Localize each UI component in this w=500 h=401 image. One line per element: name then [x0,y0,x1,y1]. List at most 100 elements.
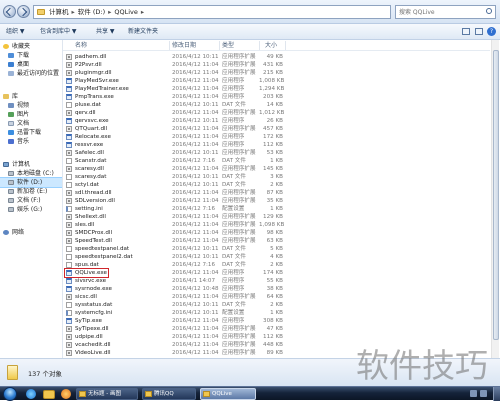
file-row[interactable]: speedtestpanel.dat 2016/4/12 10:11 DAT 文件 5… [63,245,285,253]
file-row[interactable]: qervsvc.exe 2016/4/12 10:11 应用程序 26 KB [63,117,285,125]
file-row[interactable]: sicsc.dll 2016/4/12 11:04 应用程序扩展 64 KB [63,293,285,301]
nav-item[interactable]: 迅雷下载 [0,128,62,137]
file-row[interactable]: SyTip.exe 2016/4/12 11:04 应用程序 308 KB [63,317,285,325]
column-separator[interactable] [259,41,260,50]
file-row[interactable]: systemcfg.ini 2016/4/12 10:11 配置设置 1 KB [63,309,285,317]
file-row[interactable]: SpeedTest.dll 2016/4/12 11:04 应用程序扩展 63 KB [63,237,285,245]
file-modified: 2016/4/12 10:11 [172,150,219,156]
nav-header[interactable]: 网络 [0,228,62,237]
column-type[interactable]: 类型 [222,40,234,51]
file-row[interactable]: pluginmgr.dll 2016/4/12 11:04 应用程序扩展 215 KB [63,69,285,77]
file-row[interactable]: Relocate.exe 2016/4/12 11:04 应用程序 172 KB [63,133,285,141]
breadcrumb-drive[interactable]: 软件 (D:) [78,8,105,16]
include-in-library-button[interactable]: 包含到库中 ▼ [40,24,77,39]
column-name[interactable]: 名称 [75,40,87,51]
tray-volume-icon[interactable] [480,390,487,397]
file-row[interactable]: padhem.dll 2016/4/12 10:11 应用程序扩展 49 KB [63,53,285,61]
file-modified: 2016/4/12 11:04 [172,334,219,340]
breadcrumb-separator[interactable]: ▸ [108,8,111,16]
file-row[interactable]: sles.dll 2016/4/12 11:04 应用程序扩展 1,098 KB [63,221,285,229]
breadcrumb-separator[interactable]: ▸ [72,8,75,16]
nav-item[interactable]: 软件 (D:) [0,177,62,188]
nav-item[interactable]: 新加卷 (E:) [0,187,62,196]
nav-header[interactable]: 收藏夹 [0,42,62,51]
file-row[interactable]: udpipe.dll 2016/4/12 11:04 应用程序扩展 112 KB [63,333,285,341]
vertical-scrollbar[interactable] [491,40,499,358]
folder-icon [203,391,210,397]
file-row[interactable]: qerv.dll 2016/4/12 11:04 应用程序扩展 1,012 KB [63,109,285,117]
file-row[interactable]: pluse.dat 2016/4/12 10:11 DAT 文件 14 KB [63,101,285,109]
search-input[interactable] [395,5,496,19]
file-row[interactable]: VideoLive.dll 2016/4/12 11:04 应用程序扩展 89 KB [63,349,285,357]
object-count: 137 个对象 [28,370,62,378]
file-row[interactable]: scaresy.dat 2016/4/12 10:11 DAT 文件 3 KB [63,173,285,181]
new-folder-button[interactable]: 新建文件夹 [128,24,158,39]
file-row[interactable]: PlayMedTrainer.exe 2016/4/12 11:04 应用程序 1,2… [63,85,285,93]
nav-item[interactable]: 音乐 [0,137,62,146]
nav-item[interactable]: 视频 [0,101,62,110]
share-button[interactable]: 共享 ▼ [96,24,115,39]
file-row[interactable]: sdl.thread.dll 2016/4/12 11:04 应用程序扩展 87 KB [63,189,285,197]
start-button[interactable] [3,387,17,401]
file-modified: 2016/4/12 11:04 [172,70,219,76]
file-row[interactable]: Scanstr.dat 2016/4/12 7:16 DAT 文件 1 KB [63,157,285,165]
nav-item[interactable]: 下载 [0,51,62,60]
file-size: 47 KB [266,326,283,332]
scrollbar-thumb[interactable] [493,50,499,340]
nav-item[interactable]: 最近访问的位置 [0,69,62,78]
file-row[interactable]: ressvr.exe 2016/4/12 11:04 应用程序 112 KB [63,141,285,149]
view-options-icon[interactable] [462,28,470,35]
breadcrumb-computer[interactable]: 计算机 [49,8,69,16]
nav-item[interactable]: 图片 [0,110,62,119]
file-row[interactable]: Safelec.dll 2016/4/12 10:11 应用程序扩展 53 KB [63,149,285,157]
file-row[interactable]: sctyl.dat 2016/4/12 10:11 DAT 文件 2 KB [63,181,285,189]
file-row[interactable]: QTQuart.dll 2016/4/12 11:04 应用程序扩展 457 KB [63,125,285,133]
column-separator[interactable] [169,41,170,50]
organize-button[interactable]: 组织 ▼ [6,24,25,39]
file-row[interactable]: Shellext.dll 2016/4/12 11:04 应用程序扩展 129 KB [63,213,285,221]
column-modified[interactable]: 修改日期 [172,40,196,51]
preview-pane-icon[interactable] [475,28,483,35]
tray-network-icon[interactable] [470,390,477,397]
file-row[interactable]: speedtestpanel2.dat 2016/4/12 10:11 DAT 文件… [63,253,285,261]
task-button-explorer[interactable]: QQLive [200,388,256,400]
column-size[interactable]: 大小 [265,40,277,51]
file-row[interactable]: sysstatus.dat 2016/4/12 10:11 DAT 文件 2 KB [63,301,285,309]
media-icon[interactable] [61,389,71,399]
file-row[interactable]: vcachedit.dll 2016/4/12 11:04 应用程序扩展 448 KB [63,341,285,349]
file-row[interactable]: PmpTrans.exe 2016/4/12 11:04 应用程序 203 KB [63,93,285,101]
file-type: DAT 文件 [222,262,246,268]
nav-item[interactable]: 文档 [0,119,62,128]
nav-item[interactable]: 文档 (F:) [0,196,62,205]
file-row[interactable]: sysrnode.exe 2016/4/12 10:48 应用程序 38 KB [63,285,285,293]
nav-header[interactable]: 库 [0,92,62,101]
file-row[interactable]: setting.ini 2016/4/12 7:16 配置设置 1 KB [63,205,285,213]
file-row[interactable]: PlayMedSvr.exe 2016/4/12 11:04 应用程序 1,008 K… [63,77,285,85]
search-icon[interactable] [486,8,492,14]
column-separator[interactable] [219,41,220,50]
task-button-qq[interactable]: 腾讯QQ [142,388,196,400]
exe-file-icon [66,134,72,140]
file-row[interactable]: sivsrvc.exe 2016/4/1 14:07 应用程序 55 KB [63,277,285,285]
column-separator[interactable] [285,41,286,50]
nav-item[interactable]: 娱乐 (G:) [0,205,62,214]
file-row[interactable]: SMDCProx.dll 2016/4/12 11:04 应用程序扩展 98 KB [63,229,285,237]
task-button-paint[interactable]: 无标题 - 画图 [76,388,138,400]
file-row[interactable]: P2Psvr.dll 2016/4/12 11:04 应用程序扩展 431 KB [63,61,285,69]
nav-header[interactable]: 计算机 [0,160,62,169]
show-desktop-button[interactable] [493,387,500,401]
help-icon[interactable] [487,27,496,36]
nav-item[interactable]: 本地磁盘 (C:) [0,169,62,178]
file-row[interactable]: scaresy.dll 2016/4/12 11:04 应用程序扩展 145 KB [63,165,285,173]
file-row[interactable]: SDLversion.dll 2016/4/12 11:04 应用程序扩展 35 KB [63,197,285,205]
explorer-icon[interactable] [43,390,55,399]
breadcrumb-separator[interactable]: ▸ [141,8,144,16]
ie-icon[interactable] [26,389,36,399]
breadcrumb[interactable]: 计算机 ▸ 软件 (D:) ▸ QQLive ▸ [33,5,391,19]
breadcrumb-folder[interactable]: QQLive [114,8,138,16]
file-row[interactable]: QQLive.exe 2016/4/12 11:04 应用程序 174 KB [63,268,285,278]
file-row[interactable]: SyTipexe.dll 2016/4/12 11:04 应用程序扩展 47 KB [63,325,285,333]
back-button[interactable] [3,5,16,18]
forward-button[interactable] [17,5,30,18]
nav-item[interactable]: 桌面 [0,60,62,69]
